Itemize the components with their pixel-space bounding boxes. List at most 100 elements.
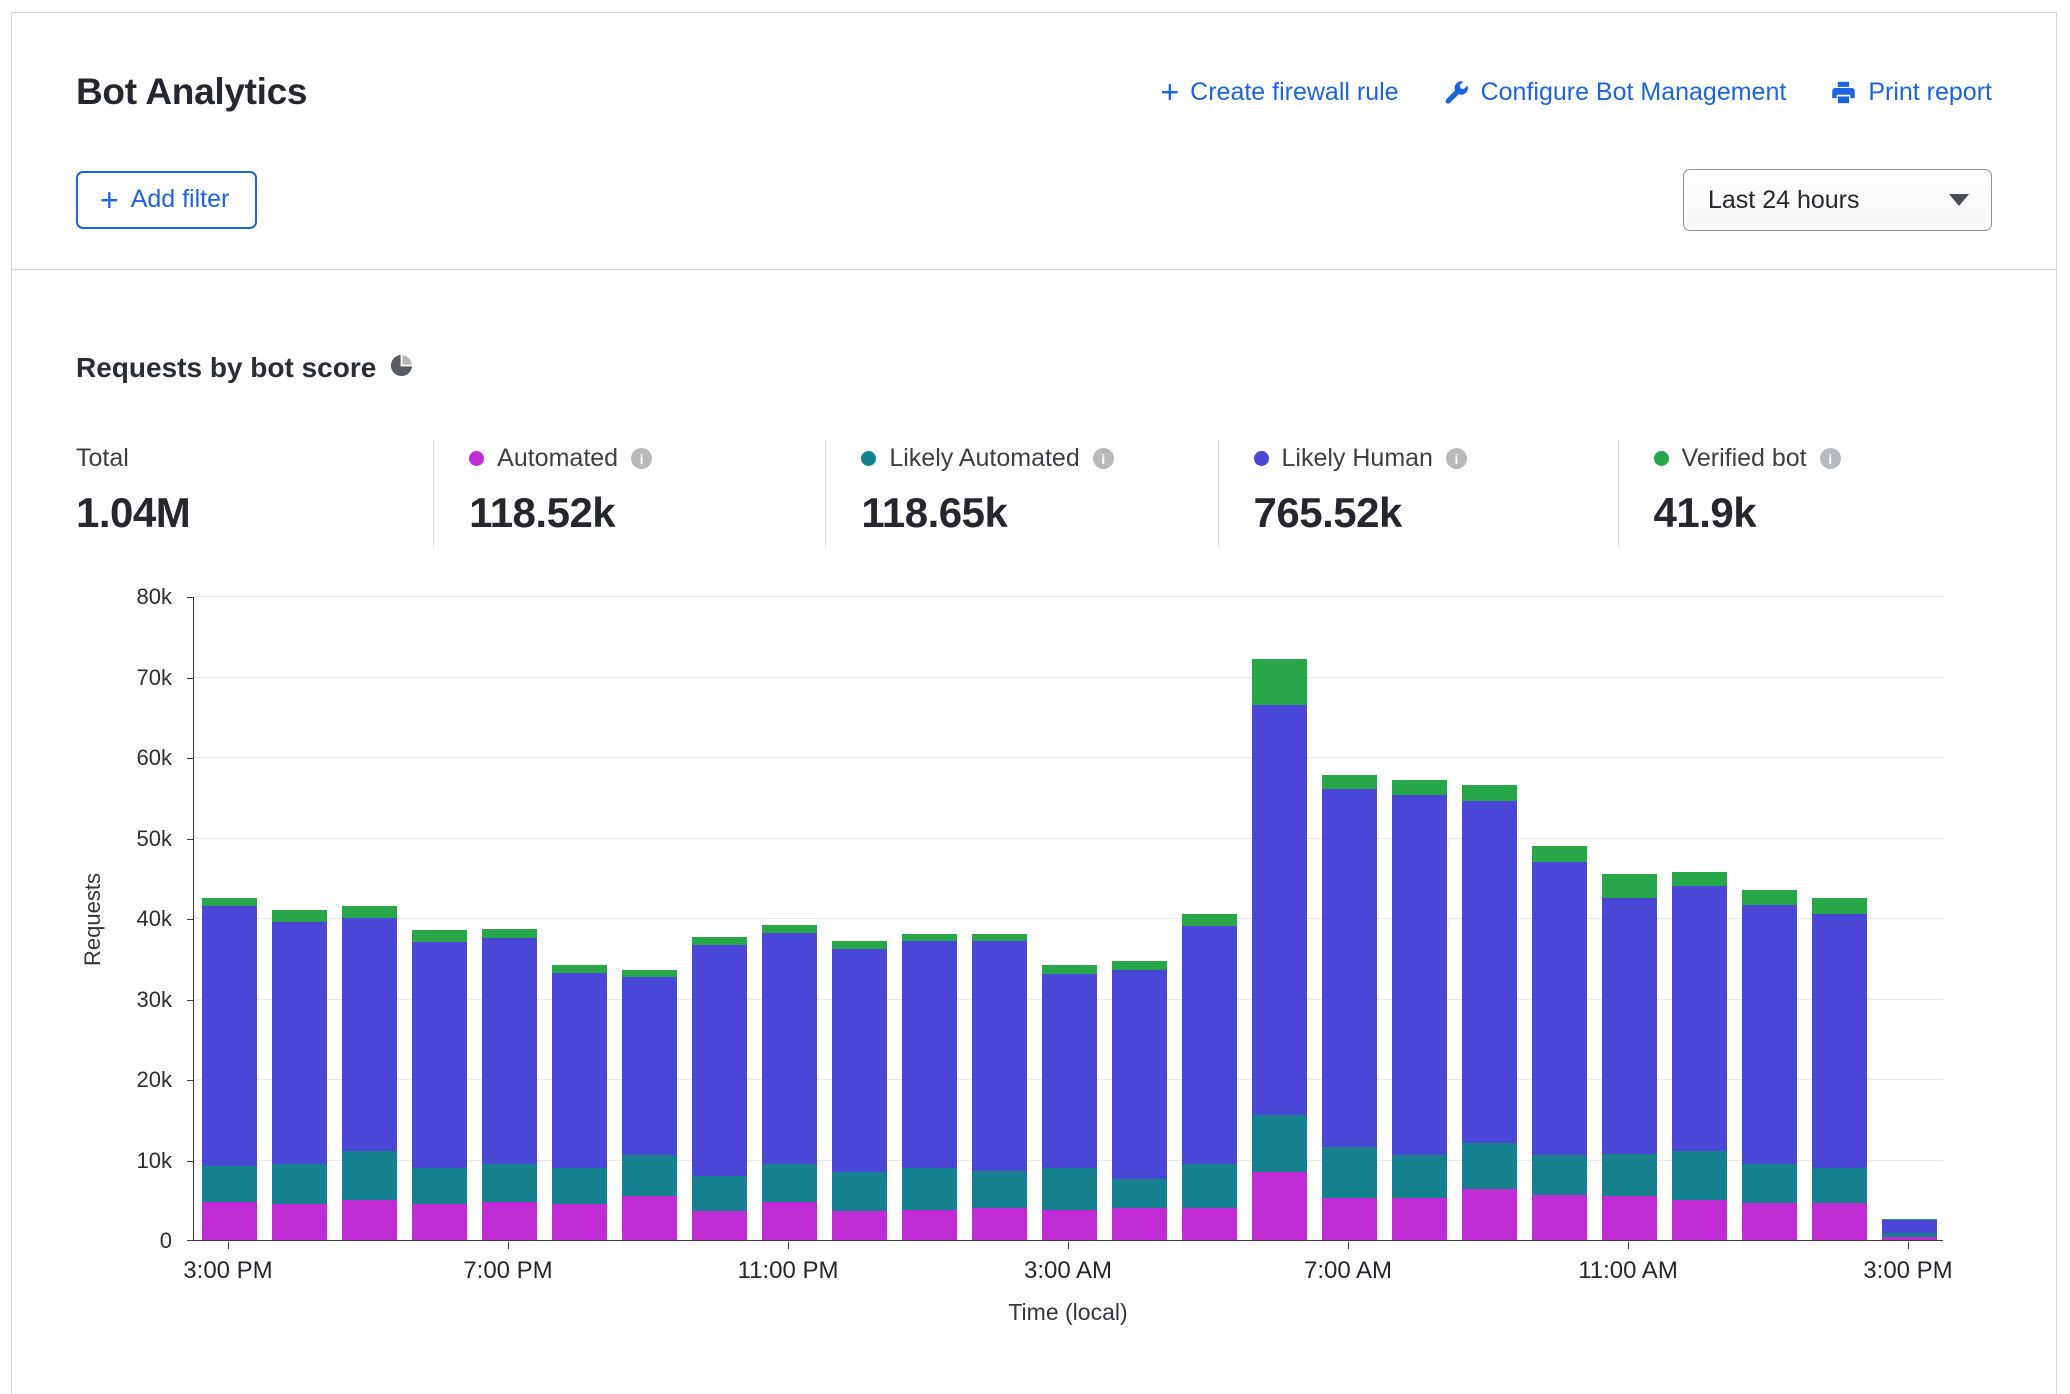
stat-verified-bot-value: 41.9k <box>1654 489 1992 537</box>
y-tick-label: 60k <box>76 745 172 771</box>
time-range-select[interactable]: Last 24 hours <box>1683 169 1992 231</box>
header-divider <box>12 269 2056 270</box>
bar-segment-automated <box>1882 1237 1937 1240</box>
add-filter-button[interactable]: + Add filter <box>76 171 257 229</box>
bar-segment-likely-automated <box>1532 1155 1587 1195</box>
bar-segment-likely-automated <box>692 1176 747 1211</box>
info-icon[interactable]: i <box>1093 448 1114 469</box>
page-title: Bot Analytics <box>76 71 307 113</box>
bar-segment-automated <box>1672 1200 1727 1240</box>
x-tick-label: 7:00 PM <box>428 1257 588 1285</box>
bar-segment-likely-automated <box>1742 1164 1797 1203</box>
bar-segment-verified-bot <box>972 934 1027 941</box>
bar-segment-likely-human <box>1042 974 1097 1168</box>
create-firewall-rule-link[interactable]: + Create firewall rule <box>1160 78 1398 107</box>
stat-automated-value: 118.52k <box>469 489 825 537</box>
x-tick-mark <box>788 1242 789 1249</box>
bar-segment-likely-human <box>1462 801 1517 1142</box>
bar-segment-verified-bot <box>482 929 537 939</box>
y-tick-label: 20k <box>76 1067 172 1093</box>
y-tick-label: 80k <box>76 584 172 610</box>
bar-segment-likely-human <box>762 933 817 1163</box>
y-tick-mark <box>187 839 193 840</box>
stacked-bar <box>1252 659 1307 1240</box>
bar-segment-automated <box>692 1211 747 1240</box>
bar-segment-likely-automated <box>272 1164 327 1204</box>
stacked-bar <box>1112 961 1167 1240</box>
bar-segment-likely-human <box>1532 862 1587 1155</box>
stacked-bar <box>482 929 537 1241</box>
configure-bot-management-link[interactable]: Configure Bot Management <box>1443 78 1787 107</box>
y-tick-label: 50k <box>76 826 172 852</box>
chevron-down-icon <box>1949 194 1969 206</box>
bar-segment-verified-bot <box>1112 961 1167 971</box>
stat-likely-automated-value: 118.65k <box>861 489 1217 537</box>
stacked-bar <box>1182 914 1237 1240</box>
bar-segment-verified-bot <box>202 898 257 906</box>
add-filter-label: Add filter <box>131 185 230 214</box>
x-tick-mark <box>508 1242 509 1249</box>
bar-segment-likely-human <box>552 973 607 1168</box>
stat-likely-automated-label: Likely Automated <box>889 444 1079 473</box>
print-report-link[interactable]: Print report <box>1830 78 1992 107</box>
bar-segment-automated <box>342 1200 397 1240</box>
stacked-bar <box>1042 965 1097 1240</box>
stacked-bar <box>1812 898 1867 1240</box>
y-tick-mark <box>187 758 193 759</box>
bar-segment-likely-human <box>832 949 887 1171</box>
printer-icon <box>1830 79 1857 106</box>
bar-segment-likely-automated <box>202 1166 257 1202</box>
x-tick-mark <box>1348 1242 1349 1249</box>
bar-segment-likely-automated <box>1392 1155 1447 1198</box>
wrench-icon <box>1443 79 1470 106</box>
x-tick-label: 11:00 AM <box>1548 1257 1708 1285</box>
bar-segment-automated <box>1742 1203 1797 1240</box>
stacked-bar <box>972 934 1027 1240</box>
bar-segment-likely-automated <box>902 1168 957 1210</box>
automated-dot-icon <box>469 451 484 466</box>
stacked-bar <box>412 930 467 1240</box>
y-tick-mark <box>187 678 193 679</box>
bar-segment-likely-human <box>202 906 257 1166</box>
y-tick-label: 0 <box>76 1228 172 1254</box>
plus-icon: + <box>1160 79 1179 105</box>
bar-segment-likely-automated <box>412 1168 467 1204</box>
gridline <box>194 838 1943 839</box>
stacked-bar <box>342 906 397 1240</box>
stat-total-value: 1.04M <box>76 489 433 537</box>
y-tick-mark <box>187 1161 193 1162</box>
bar-segment-likely-automated <box>972 1171 1027 1208</box>
stat-likely-human: Likely Human i 765.52k <box>1218 440 1618 547</box>
x-tick-label: 3:00 AM <box>988 1257 1148 1285</box>
bar-segment-verified-bot <box>1602 874 1657 898</box>
stacked-bar <box>1672 872 1727 1240</box>
bar-segment-likely-human <box>902 941 957 1168</box>
bar-segment-likely-automated <box>1182 1164 1237 1208</box>
info-icon[interactable]: i <box>631 448 652 469</box>
bar-segment-automated <box>1602 1196 1657 1240</box>
stat-total-label: Total <box>76 444 129 473</box>
time-range-value: Last 24 hours <box>1708 186 1860 215</box>
info-icon[interactable]: i <box>1820 448 1841 469</box>
pie-chart-icon <box>390 354 413 382</box>
bar-segment-automated <box>902 1210 957 1240</box>
bar-segment-likely-human <box>482 938 537 1163</box>
y-tick-label: 40k <box>76 906 172 932</box>
bar-segment-likely-human <box>972 941 1027 1170</box>
info-icon[interactable]: i <box>1446 448 1467 469</box>
bar-segment-likely-automated <box>1112 1179 1167 1208</box>
x-tick-label: 7:00 AM <box>1268 1257 1428 1285</box>
bar-segment-automated <box>1392 1198 1447 1240</box>
bar-segment-likely-human <box>1812 914 1867 1168</box>
header-actions: + Create firewall rule Configure Bot Man… <box>1160 78 1992 107</box>
bar-segment-automated <box>1042 1210 1097 1240</box>
stats-row: Total 1.04M Automated i 118.52k Likely A… <box>76 440 1992 547</box>
stacked-bar <box>1462 785 1517 1240</box>
y-tick-mark <box>187 1000 193 1001</box>
verified-bot-dot-icon <box>1654 451 1669 466</box>
likely-automated-dot-icon <box>861 451 876 466</box>
requests-chart: Requests Time (local) 010k20k30k40k50k60… <box>76 597 1992 1327</box>
stacked-bar <box>1392 780 1447 1240</box>
y-tick-mark <box>187 1240 193 1241</box>
y-tick-label: 70k <box>76 665 172 691</box>
